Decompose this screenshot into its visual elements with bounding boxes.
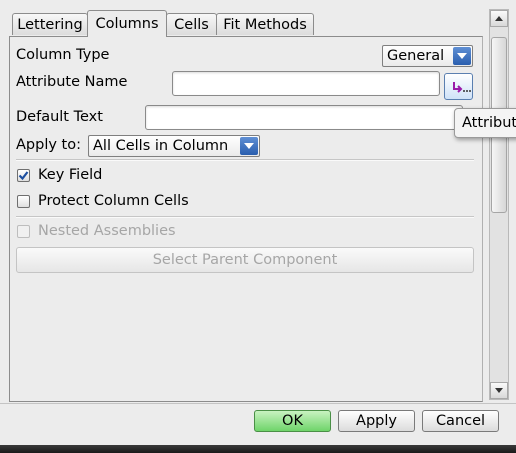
tab-columns[interactable]: Columns bbox=[87, 10, 167, 37]
vertical-scrollbar[interactable] bbox=[489, 9, 509, 400]
apply-to-select[interactable]: All Cells in Column bbox=[88, 135, 260, 157]
column-type-value: General bbox=[387, 48, 445, 64]
default-text-label: Default Text bbox=[16, 109, 103, 125]
scroll-up-button[interactable] bbox=[490, 10, 508, 27]
nested-assemblies-label: Nested Assemblies bbox=[38, 223, 176, 239]
chevron-down-icon bbox=[240, 137, 258, 155]
tab-lettering[interactable]: Lettering bbox=[12, 13, 88, 35]
nested-assemblies-checkbox bbox=[17, 225, 30, 238]
column-type-select[interactable]: General bbox=[382, 45, 473, 67]
key-field-checkbox[interactable] bbox=[17, 169, 30, 182]
chevron-down-icon bbox=[453, 47, 471, 65]
apply-to-label: Apply to: bbox=[16, 137, 81, 153]
protect-column-cells-checkbox[interactable] bbox=[17, 195, 30, 208]
default-text-input[interactable] bbox=[145, 105, 463, 130]
select-parent-component-button: Select Parent Component bbox=[16, 247, 474, 273]
attribute-name-label: Attribute Name bbox=[16, 74, 128, 90]
apply-to-value: All Cells in Column bbox=[93, 138, 229, 154]
attribute-picker-icon bbox=[453, 82, 471, 93]
attribute-browse-button[interactable] bbox=[444, 73, 473, 100]
separator bbox=[16, 159, 474, 161]
window-bottom-edge bbox=[0, 445, 516, 453]
footer-divider bbox=[0, 403, 516, 404]
cancel-button[interactable]: Cancel bbox=[422, 410, 499, 432]
apply-button[interactable]: Apply bbox=[338, 410, 415, 432]
ok-button[interactable]: OK bbox=[254, 410, 331, 432]
column-type-label: Column Type bbox=[16, 47, 110, 63]
arrow-down-icon bbox=[495, 388, 503, 393]
attribute-name-input[interactable] bbox=[172, 71, 440, 96]
tooltip: Attribut bbox=[454, 108, 516, 138]
scroll-down-button[interactable] bbox=[490, 382, 508, 399]
separator bbox=[16, 216, 474, 218]
checkmark-icon bbox=[18, 171, 29, 181]
tab-fit-methods[interactable]: Fit Methods bbox=[216, 13, 314, 35]
protect-column-cells-label: Protect Column Cells bbox=[38, 193, 189, 209]
tab-cells[interactable]: Cells bbox=[166, 13, 217, 35]
key-field-label: Key Field bbox=[38, 167, 103, 183]
arrow-up-icon bbox=[495, 16, 503, 21]
